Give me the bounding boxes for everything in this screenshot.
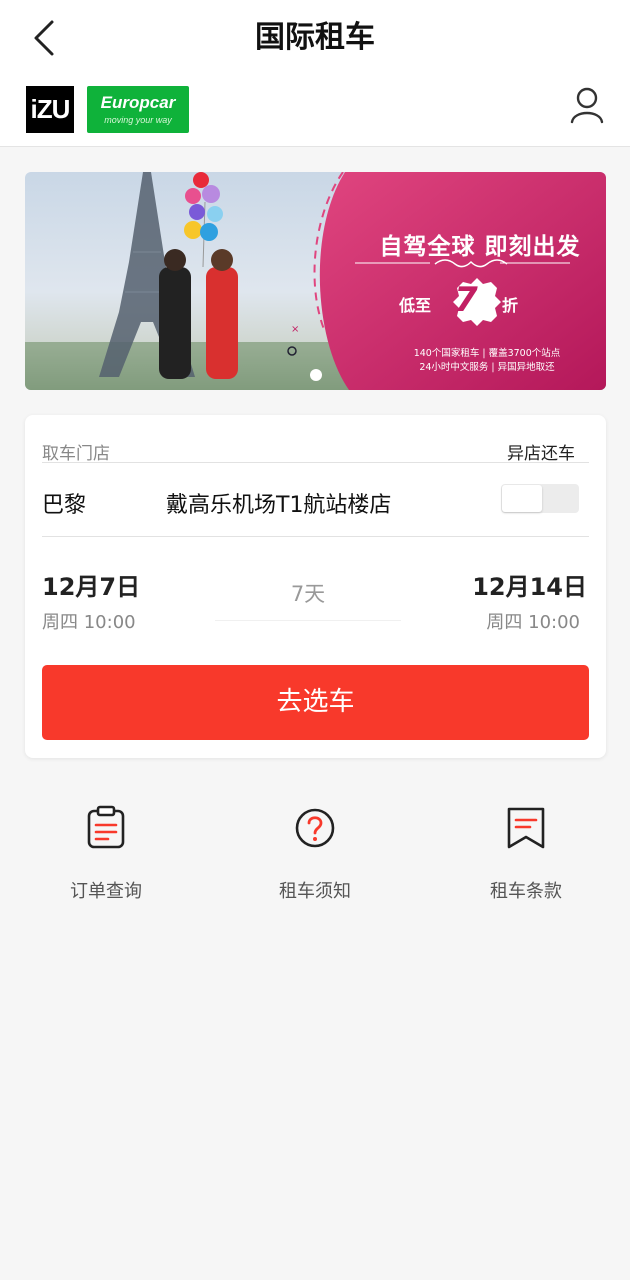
top-header: 国际租车 iZU Europcar moving your way — [0, 0, 630, 147]
banner-feature-line-2: 24小时中文服务 | 异国异地取还 — [419, 362, 555, 373]
divider — [42, 536, 589, 537]
choose-car-button[interactable]: 去选车 — [42, 665, 589, 740]
svg-text:×: × — [291, 324, 299, 335]
izu-logo: iZU — [26, 86, 74, 133]
toggle-knob — [502, 485, 542, 512]
return-different-toggle[interactable] — [501, 484, 579, 513]
return-date[interactable]: 12月14日 — [472, 567, 587, 602]
return-time[interactable]: 周四 10:00 — [486, 608, 580, 634]
order-query-link[interactable]: 订单查询 — [26, 805, 186, 903]
divider — [42, 462, 589, 463]
europcar-logo-text: Europcar — [100, 93, 176, 112]
user-profile-icon[interactable] — [567, 85, 607, 125]
bookmark-list-icon — [507, 807, 545, 849]
banner-discount-prefix: 低至 — [398, 296, 431, 315]
pickup-city[interactable]: 巴黎 — [42, 487, 86, 519]
pickup-date[interactable]: 12月7日 — [42, 567, 140, 602]
page-title: 国际租车 — [255, 20, 375, 55]
banner-headline: 自驾全球 即刻出发 — [379, 234, 581, 260]
promo-banner[interactable]: × 自驾全球 即刻出发 低至 7 折 140个国家租车 | 覆盖3700个站点 … — [25, 172, 606, 390]
quick-link-label: 订单查询 — [70, 881, 142, 902]
duration-underline — [215, 620, 401, 621]
clipboard-icon — [87, 805, 125, 849]
booking-card: 取车门店 异店还车 巴黎 戴高乐机场T1航站楼店 12月7日 周四 10:00 … — [25, 415, 606, 758]
quick-link-label: 租车条款 — [490, 881, 562, 902]
rental-duration: 7天 — [290, 582, 326, 606]
rental-notice-link[interactable]: 租车须知 — [235, 805, 395, 903]
quick-link-label: 租车须知 — [279, 881, 351, 902]
return-different-store-label: 异店还车 — [507, 444, 575, 464]
pickup-store[interactable]: 戴高乐机场T1航站楼店 — [166, 487, 391, 519]
pickup-time[interactable]: 周四 10:00 — [42, 608, 136, 634]
europcar-logo: Europcar moving your way — [87, 86, 189, 133]
rental-terms-link[interactable]: 租车条款 — [446, 805, 606, 903]
banner-feature-line-1: 140个国家租车 | 覆盖3700个站点 — [413, 348, 561, 359]
pickup-store-label: 取车门店 — [42, 444, 110, 464]
question-circle-icon — [295, 808, 335, 848]
banner-discount-suffix: 折 — [501, 296, 518, 315]
europcar-tagline: moving your way — [104, 115, 172, 125]
banner-discount-value: 7 — [454, 280, 478, 320]
